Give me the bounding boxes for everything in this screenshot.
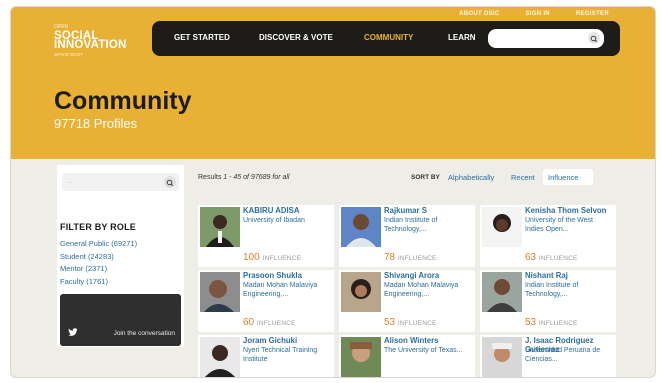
sort-influence-label: Influence: [548, 173, 579, 182]
top-links: ABOUT DSIC SIGN IN REGISTER: [459, 11, 609, 17]
filter-faculty[interactable]: Faculty (1761): [60, 276, 137, 289]
results-total: 97689: [250, 174, 271, 181]
filter-student[interactable]: Student (24283): [60, 251, 137, 264]
hero-header: ABOUT DSIC SIGN IN REGISTER OPEN SOCIAL …: [11, 7, 655, 159]
profile-influence: 53 INFLUENCE: [384, 317, 437, 328]
search-icon[interactable]: [164, 176, 176, 188]
browser-frame: ABOUT DSIC SIGN IN REGISTER OPEN SOCIAL …: [10, 6, 656, 378]
filter-title: FILTER BY ROLE: [60, 222, 136, 232]
profile-name[interactable]: Kenisha Thom Selvon: [525, 206, 606, 216]
profile-card[interactable]: Joram Gichuki Nyeri Technical Training I…: [198, 335, 334, 377]
about-link[interactable]: ABOUT DSIC: [459, 11, 499, 17]
filter-mentor[interactable]: Mentor (2371): [60, 263, 137, 276]
avatar: [200, 337, 240, 377]
profile-org: University of the West Indies Open...: [525, 217, 593, 233]
profile-org: Madan Mohan Malaviya Engineering,...: [243, 282, 318, 298]
profile-influence: 100 INFLUENCE: [243, 252, 302, 263]
profile-org: Nyeri Technical Training Institute: [243, 347, 318, 363]
main-nav: GET STARTED DISCOVER & VOTE COMMUNITY LE…: [152, 21, 620, 56]
profile-influence: 53 INFLUENCE: [525, 317, 578, 328]
page-title: Community: [54, 87, 192, 115]
sidebar-search-placeholder: ..: [69, 178, 73, 185]
profile-count-label: Profiles: [93, 116, 138, 131]
results-of: of: [243, 174, 249, 181]
avatar: [200, 207, 240, 247]
results-prefix: Results: [198, 174, 222, 181]
profile-org: Universidad Peruana de Ciencias...: [525, 347, 601, 363]
profile-card[interactable]: Shivangi Arora Madan Mohan Malaviya Engi…: [339, 270, 475, 332]
filter-general-public[interactable]: General Public (69271): [60, 238, 137, 251]
sort-influence-button[interactable]: Influence: [543, 169, 593, 185]
avatar: [200, 272, 240, 312]
site-logo[interactable]: OPEN SOCIAL INNOVATION SPACE BOOT: [54, 19, 127, 59]
avatar: [341, 207, 381, 247]
results-range: 1 - 45: [223, 174, 242, 181]
logo-line-innovation: INNOVATION: [54, 39, 127, 51]
profile-influence: 60 INFLUENCE: [243, 317, 296, 328]
avatar: [341, 337, 381, 377]
nav-get-started[interactable]: GET STARTED: [174, 33, 230, 42]
nav-discover-vote[interactable]: DISCOVER & VOTE: [259, 33, 333, 42]
results-summary: Results 1 - 45 of 97689 for all: [198, 174, 290, 181]
sort-recent[interactable]: Recent: [511, 173, 535, 182]
profile-card[interactable]: Nishant Raj Indian Institute of Technolo…: [480, 270, 616, 332]
profile-count-number: 97718: [54, 116, 91, 131]
profile-card[interactable]: Rajkumar S Indian Institute of Technolog…: [339, 205, 475, 267]
header-search-input[interactable]: [488, 29, 604, 48]
logo-tagline-bottom: SPACE BOOT: [54, 52, 83, 57]
profile-org: University of Ibadan: [243, 217, 305, 224]
nav-learn[interactable]: LEARN: [448, 33, 476, 42]
profile-org: Indian Institute of Technology,...: [525, 282, 579, 298]
profile-card[interactable]: J. Isaac Rodriguez Gutierrez Universidad…: [480, 335, 616, 377]
profile-name[interactable]: Joram Gichuki: [243, 336, 297, 346]
profile-name[interactable]: KABIRU ADISA: [243, 206, 299, 216]
profile-name[interactable]: Shivangi Arora: [384, 271, 439, 281]
profile-count: 97718 Profiles: [54, 116, 137, 131]
role-filters: General Public (69271) Student (24283) M…: [60, 238, 137, 288]
nav-community[interactable]: COMMUNITY: [364, 33, 413, 42]
profile-influence: 63 INFLUENCE: [525, 252, 578, 263]
sidebar-search-input[interactable]: ..: [62, 173, 179, 191]
twitter-widget[interactable]: Join the conversation: [60, 294, 181, 346]
twitter-icon: [68, 328, 78, 336]
register-link[interactable]: REGISTER: [576, 11, 609, 17]
profile-name[interactable]: Rajkumar S: [384, 206, 427, 216]
sort-alphabetically[interactable]: Alphabetically: [448, 173, 494, 182]
profile-name[interactable]: Prasoon Shukla: [243, 271, 302, 281]
sort-label: SORT BY: [411, 174, 440, 181]
profile-card[interactable]: Prasoon Shukla Madan Mohan Malaviya Engi…: [198, 270, 334, 332]
profile-card[interactable]: KABIRU ADISA University of Ibadan 100 IN…: [198, 205, 334, 267]
profile-org: The University of Texas...: [384, 347, 463, 354]
sidebar: .. FILTER BY ROLE General Public (69271)…: [57, 165, 184, 347]
profile-influence: 78 INFLUENCE: [384, 252, 437, 263]
avatar: [482, 207, 522, 247]
profile-org: Indian Institute of Technology,...: [384, 217, 438, 233]
profile-card[interactable]: Alison Winters The University of Texas..…: [339, 335, 475, 377]
twitter-join-text: Join the conversation: [113, 330, 175, 337]
search-icon[interactable]: [588, 32, 600, 44]
profile-card[interactable]: Kenisha Thom Selvon University of the We…: [480, 205, 616, 267]
avatar: [341, 272, 381, 312]
profile-org: Madan Mohan Malaviya Engineering,...: [384, 282, 459, 298]
results-suffix: for all: [272, 174, 290, 181]
sign-in-link[interactable]: SIGN IN: [525, 11, 549, 17]
avatar: [482, 337, 522, 377]
avatar: [482, 272, 522, 312]
profile-name[interactable]: Alison Winters: [384, 336, 439, 346]
profile-name[interactable]: Nishant Raj: [525, 271, 568, 281]
